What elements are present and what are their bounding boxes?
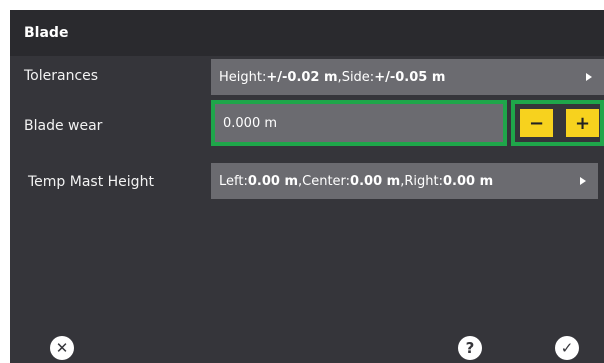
blade-settings-panel: Blade Tolerances Height: +/-0.02 m , Sid… bbox=[10, 10, 604, 363]
help-icon[interactable]: ? bbox=[458, 336, 482, 360]
mast-right-value: 0.00 m bbox=[442, 173, 494, 189]
mast-center-label: Center: bbox=[302, 173, 351, 189]
plus-icon: + bbox=[574, 112, 591, 134]
blade-wear-value: 0.000 m bbox=[223, 115, 278, 131]
tolerance-side-value: +/-0.05 m bbox=[374, 69, 446, 85]
chevron-right-icon bbox=[586, 73, 592, 81]
mast-left-value: 0.00 m bbox=[247, 173, 298, 189]
mast-right-label: Right: bbox=[404, 173, 443, 189]
tolerances-field[interactable]: Height: +/-0.02 m , Side: +/-0.05 m bbox=[211, 59, 604, 95]
mast-center-value: 0.00 m bbox=[350, 173, 401, 189]
blade-wear-input[interactable]: 0.000 m bbox=[211, 100, 507, 146]
minus-icon: − bbox=[528, 112, 545, 134]
close-icon: ✕ bbox=[55, 339, 69, 357]
panel-header: Blade bbox=[10, 10, 604, 56]
panel-title: Blade bbox=[24, 25, 69, 41]
decrement-button[interactable]: − bbox=[520, 109, 553, 137]
checkmark-icon: ✓ bbox=[560, 339, 574, 357]
blade-wear-stepper: − + bbox=[511, 100, 604, 146]
mast-left-label: Left: bbox=[219, 173, 248, 189]
tolerance-side-label: Side: bbox=[341, 69, 375, 85]
blade-wear-label: Blade wear bbox=[24, 118, 103, 134]
tolerance-height-label: Height: bbox=[219, 69, 267, 85]
tolerances-label: Tolerances bbox=[24, 68, 99, 84]
chevron-right-icon bbox=[580, 177, 586, 185]
question-mark-icon: ? bbox=[465, 339, 475, 357]
confirm-icon[interactable]: ✓ bbox=[555, 336, 579, 360]
temp-mast-height-field[interactable]: Left: 0.00 m , Center: 0.00 m , Right: 0… bbox=[211, 163, 598, 199]
temp-mast-height-label: Temp Mast Height bbox=[28, 174, 154, 190]
increment-button[interactable]: + bbox=[566, 109, 599, 137]
tolerance-height-value: +/-0.02 m bbox=[266, 69, 338, 85]
cancel-icon[interactable]: ✕ bbox=[50, 336, 74, 360]
